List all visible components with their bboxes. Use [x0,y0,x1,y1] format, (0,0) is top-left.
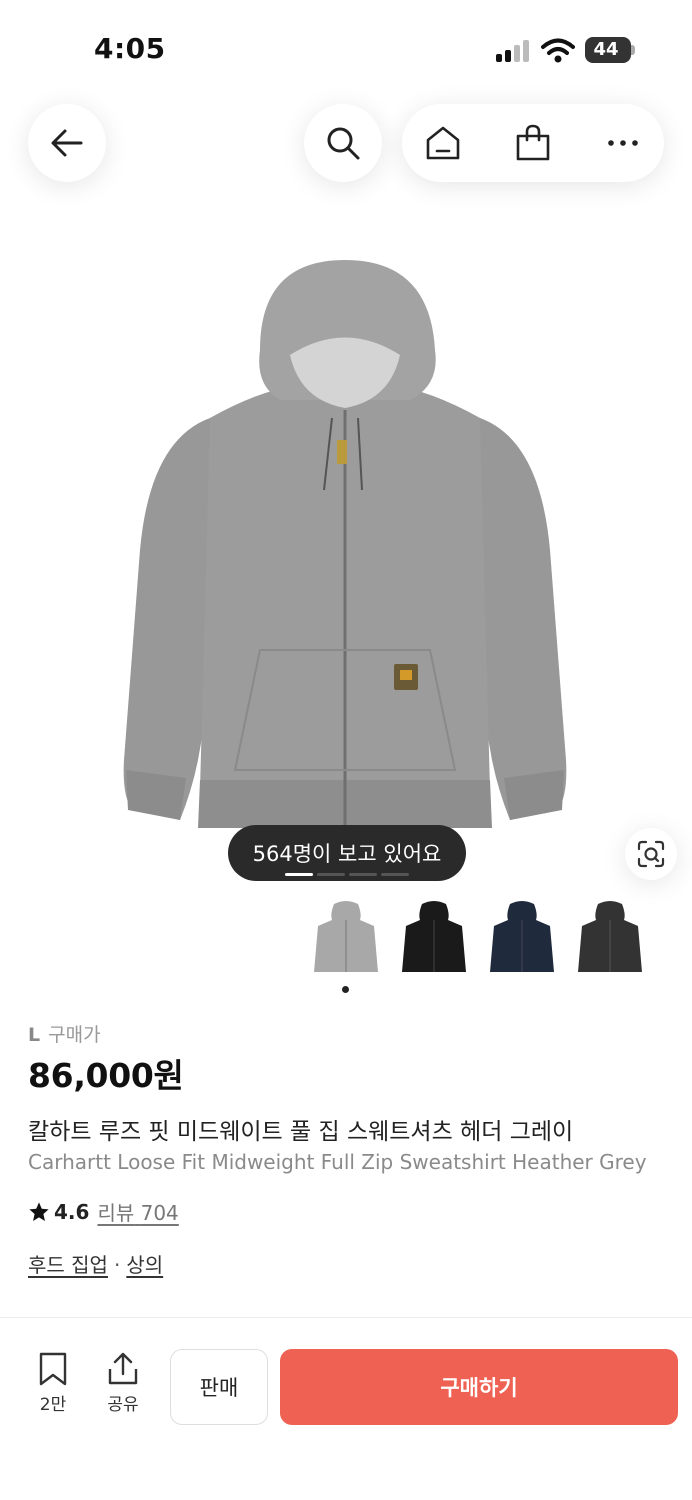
product-image[interactable] [110,250,580,840]
top-nav-pill [402,104,664,182]
review-link[interactable]: 리뷰 704 [97,1197,178,1226]
shopping-bag-button[interactable] [494,104,572,182]
product-title-korean: 칼하트 루즈 핏 미드웨이트 풀 집 스웨트셔츠 헤더 그레이 [28,1119,574,1145]
review-label: 리뷰 [97,1201,135,1225]
product-title-english: Carhartt Loose Fit Midweight Full Zip Sw… [28,1150,647,1174]
size-value: L [28,1024,41,1046]
shopping-bag-icon [516,124,550,161]
more-button[interactable] [584,104,662,182]
divider [0,1317,692,1318]
rating-row: 4.6 리뷰 704 [28,1197,179,1226]
color-thumb-charcoal[interactable] [574,900,646,980]
selected-thumb-indicator [342,986,349,993]
more-icon [608,140,638,146]
bookmark-button[interactable]: 2만 [26,1352,80,1415]
status-time: 4:05 [94,32,166,65]
share-icon [108,1352,138,1385]
image-search-button[interactable] [625,828,677,880]
home-button[interactable] [404,104,482,182]
image-page-indicator [285,873,409,877]
color-thumb-grey[interactable] [310,900,382,980]
color-thumb-black[interactable] [398,900,470,980]
back-arrow-icon [51,129,83,157]
star-icon [29,1201,49,1221]
price: 86,000원 [28,1056,184,1095]
battery-icon: 44 [585,37,631,63]
sell-button[interactable]: 판매 [170,1349,268,1425]
price-label: 구매가 [48,1024,101,1046]
back-button[interactable] [28,104,106,182]
search-button[interactable] [304,104,382,182]
color-thumb-navy[interactable] [486,900,558,980]
share-button[interactable]: 공유 [96,1352,150,1415]
cellular-signal-icon [496,40,532,62]
category-breadcrumb: 후드 집업 · 상의 [28,1249,163,1278]
rating-value: 4.6 [54,1199,90,1224]
review-count: 704 [140,1201,179,1225]
category-link-tops[interactable]: 상의 [126,1253,163,1277]
battery-nub [631,45,635,55]
battery-level: 44 [593,39,619,60]
size-price-label: L 구매가 [28,1020,101,1047]
category-link-hoodie-zipup[interactable]: 후드 집업 [28,1253,108,1277]
bookmark-icon [39,1352,67,1386]
camera-lens-icon [637,840,665,868]
home-icon [426,126,460,160]
category-separator: · [113,1253,121,1277]
buy-button[interactable]: 구매하기 [280,1349,678,1425]
search-icon [327,127,360,160]
bookmark-count: 2만 [39,1395,67,1415]
wifi-icon [541,38,575,63]
share-label: 공유 [107,1395,139,1415]
